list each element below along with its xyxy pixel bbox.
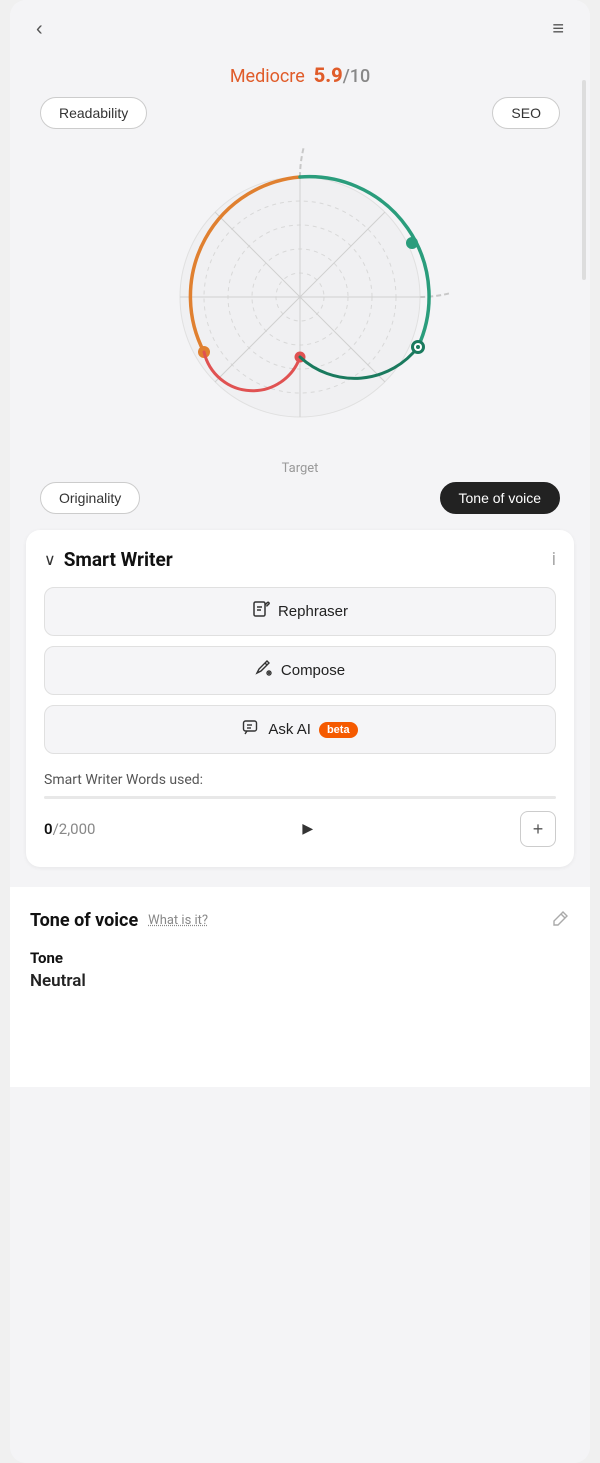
score-denom: /10: [343, 66, 370, 87]
radar-section: Readability SEO: [10, 97, 590, 514]
words-row: 0/2,000 ▶ +: [44, 811, 556, 847]
tone-label: Tone: [30, 949, 570, 967]
what-is-it-link[interactable]: What is it?: [148, 913, 208, 928]
app-container: ‹ ≡ Mediocre 5.9/10 Readability SEO: [10, 0, 590, 1463]
radar-chart: [150, 147, 450, 447]
radar-chart-container: [30, 137, 570, 457]
words-denom: /2,000: [53, 820, 96, 838]
compose-button[interactable]: Compose: [44, 646, 556, 695]
originality-button[interactable]: Originality: [40, 482, 140, 514]
menu-button[interactable]: ≡: [544, 14, 572, 45]
usage-progress-bar: [44, 796, 556, 799]
radar-bottom-labels: Originality Tone of voice: [30, 482, 570, 514]
add-words-button[interactable]: +: [520, 811, 556, 847]
words-count: 0/2,000: [44, 820, 95, 838]
seo-button[interactable]: SEO: [492, 97, 560, 129]
smart-writer-usage: Smart Writer Words used: 0/2,000 ▶ +: [44, 772, 556, 847]
smart-writer-card: ∨ Smart Writer i Rephraser: [26, 530, 574, 867]
rephraser-label: Rephraser: [278, 603, 348, 620]
tone-edit-icon[interactable]: [552, 909, 570, 931]
smart-writer-collapse-icon[interactable]: ∨: [44, 550, 56, 569]
ask-ai-label: Ask AI: [268, 721, 311, 738]
score-value: 5.9: [314, 63, 343, 87]
tone-value: Neutral: [30, 971, 570, 991]
smart-writer-header: ∨ Smart Writer i: [44, 548, 556, 571]
readability-button[interactable]: Readability: [40, 97, 147, 129]
score-label: Mediocre 5.9/10: [230, 66, 370, 87]
ask-ai-icon: [242, 718, 260, 741]
cursor-icon: ▶: [302, 821, 313, 837]
smart-writer-info-icon[interactable]: i: [552, 549, 556, 570]
smart-writer-title: Smart Writer: [64, 548, 173, 571]
rephraser-icon: [252, 600, 270, 623]
tone-header: Tone of voice What is it?: [30, 909, 570, 931]
ask-ai-button[interactable]: Ask AI beta: [44, 705, 556, 754]
back-button[interactable]: ‹: [28, 14, 51, 45]
usage-label: Smart Writer Words used:: [44, 772, 556, 788]
tone-of-voice-section: Tone of voice What is it? Tone Neutral: [10, 887, 590, 1087]
words-used: 0: [44, 820, 53, 838]
radar-top-labels: Readability SEO: [30, 97, 570, 129]
tone-of-voice-button[interactable]: Tone of voice: [440, 482, 561, 514]
tone-of-voice-title: Tone of voice: [30, 910, 138, 931]
score-section: Mediocre 5.9/10: [10, 59, 590, 97]
beta-badge: beta: [319, 722, 358, 738]
compose-label: Compose: [281, 662, 345, 679]
smart-writer-title-group: ∨ Smart Writer: [44, 548, 173, 571]
top-bar: ‹ ≡: [10, 0, 590, 59]
compose-icon: [255, 659, 273, 682]
rephraser-button[interactable]: Rephraser: [44, 587, 556, 636]
target-label: Target: [30, 461, 570, 476]
